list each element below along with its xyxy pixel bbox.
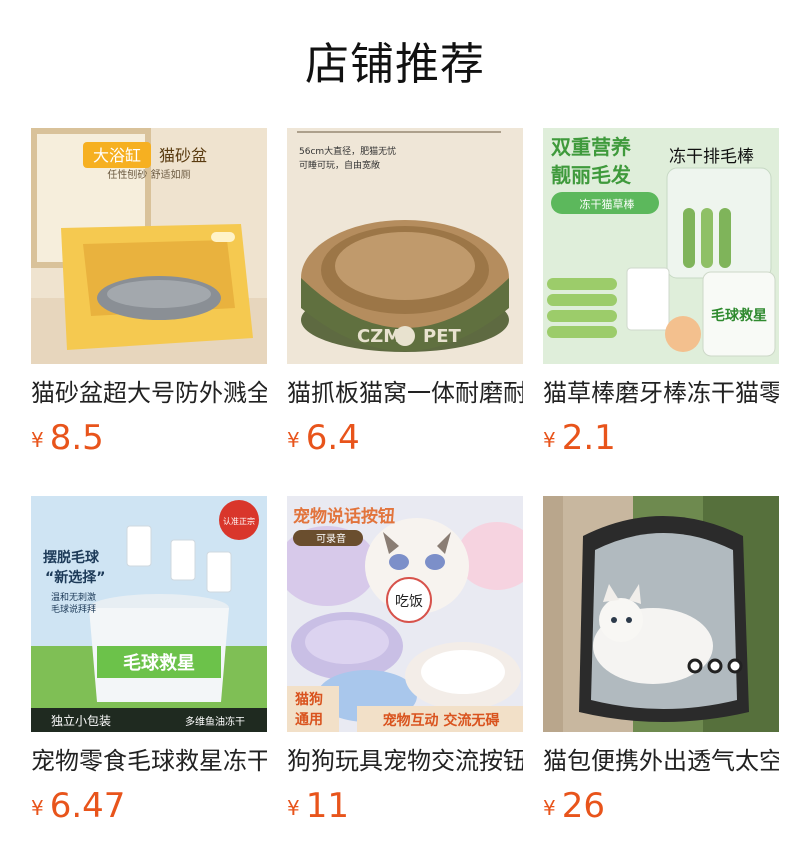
product-price: ¥2.1 (543, 418, 616, 458)
image-caption: 宠物说话按钮 (293, 506, 395, 527)
product-name[interactable]: 猫抓板猫窝一体耐磨耐抓 (287, 376, 523, 410)
product-image[interactable]: 大浴缸 猫砂盆 任性刨砂 舒适如厕 (31, 128, 267, 364)
image-caption: 任性刨砂 舒适如厕 (107, 168, 190, 181)
price-amount: 6.47 (49, 786, 126, 826)
image-caption: 多维鱼油冻干 (185, 715, 245, 728)
image-caption: 冻干猫草棒 (580, 197, 635, 211)
image-caption: 冻干排毛棒 (669, 147, 754, 167)
product-name[interactable]: 狗狗玩具宠物交流按钮录音 (287, 744, 523, 778)
image-caption: CZM (357, 326, 401, 347)
currency-symbol: ¥ (543, 428, 556, 452)
image-caption: 独立小包装 (51, 713, 111, 728)
pet-talking-button-image: 吃饭 宠物说话按钮 可录音 猫狗 通用 宠物互动 交流无碍 (287, 496, 523, 732)
image-caption: 吃饭 (395, 594, 423, 610)
product-image[interactable] (543, 496, 779, 732)
image-caption: 大浴缸 (93, 146, 141, 165)
image-caption: 猫砂盆 (159, 146, 207, 165)
product-image[interactable]: 毛球救星 摆脱毛球 “新选择” 温和无刺激 毛球说拜拜 认准正宗 独立小包装 多… (31, 496, 267, 732)
product-price: ¥6.4 (287, 418, 360, 458)
product-price: ¥8.5 (31, 418, 104, 458)
cat-scratcher-bed-image: 56cm大直径，肥猫无忧 可睡可玩，自由宽敞 CZM PET (287, 128, 523, 364)
page-title: 店铺推荐 (305, 39, 485, 90)
cat-carrier-backpack-image (543, 496, 779, 732)
product-price: ¥6.47 (31, 786, 125, 826)
product-name[interactable]: 宠物零食毛球救星冻干猫草棒 (31, 744, 267, 778)
product-image[interactable]: 吃饭 宠物说话按钮 可录音 猫狗 通用 宠物互动 交流无碍 (287, 496, 523, 732)
product-image[interactable]: 56cm大直径，肥猫无忧 可睡可玩，自由宽敞 CZM PET (287, 128, 523, 364)
price-amount: 2.1 (561, 418, 616, 458)
image-caption: 可录音 (316, 532, 346, 545)
image-caption: 靓丽毛发 (551, 163, 632, 187)
image-caption: 毛球说拜拜 (51, 603, 96, 615)
currency-symbol: ¥ (287, 428, 300, 452)
price-amount: 11 (305, 786, 349, 826)
cat-grass-sticks-image: 双重营养 靓丽毛发 冻干排毛棒 冻干猫草棒 毛球救星 (543, 128, 779, 364)
product-price: ¥26 (543, 786, 605, 826)
image-caption: 通用 (295, 712, 323, 728)
image-caption: 温和无刺激 (51, 591, 96, 603)
product-name[interactable]: 猫草棒磨牙棒冻干猫零食 (543, 376, 779, 410)
product-name[interactable]: 猫砂盆超大号防外溅全半封闭式 (31, 376, 267, 410)
price-amount: 6.4 (305, 418, 360, 458)
image-caption: 宠物互动 交流无碍 (383, 712, 500, 729)
currency-symbol: ¥ (287, 796, 300, 820)
image-caption: 毛球救星 (711, 307, 767, 324)
cat-litter-box-image: 大浴缸 猫砂盆 任性刨砂 舒适如厕 (31, 128, 267, 364)
product-price: ¥11 (287, 786, 349, 826)
image-caption: 认准正宗 (223, 516, 255, 526)
price-amount: 26 (561, 786, 605, 826)
image-caption: 56cm大直径，肥猫无忧 (299, 145, 396, 157)
product-image[interactable]: 双重营养 靓丽毛发 冻干排毛棒 冻干猫草棒 毛球救星 (543, 128, 779, 364)
price-amount: 8.5 (49, 418, 104, 458)
image-caption: 摆脱毛球 (43, 549, 100, 566)
product-name[interactable]: 猫包便携外出透气太空舱 (543, 744, 779, 778)
currency-symbol: ¥ (31, 796, 44, 820)
hairball-snack-bucket-image: 毛球救星 摆脱毛球 “新选择” 温和无刺激 毛球说拜拜 认准正宗 独立小包装 多… (31, 496, 267, 732)
image-caption: 可睡可玩，自由宽敞 (299, 159, 380, 171)
image-caption: 双重营养 (551, 135, 631, 159)
currency-symbol: ¥ (31, 428, 44, 452)
image-caption: “新选择” (45, 569, 105, 586)
image-caption: PET (423, 326, 461, 347)
currency-symbol: ¥ (543, 796, 556, 820)
image-caption: 毛球救星 (123, 652, 195, 674)
image-caption: 猫狗 (295, 691, 323, 708)
